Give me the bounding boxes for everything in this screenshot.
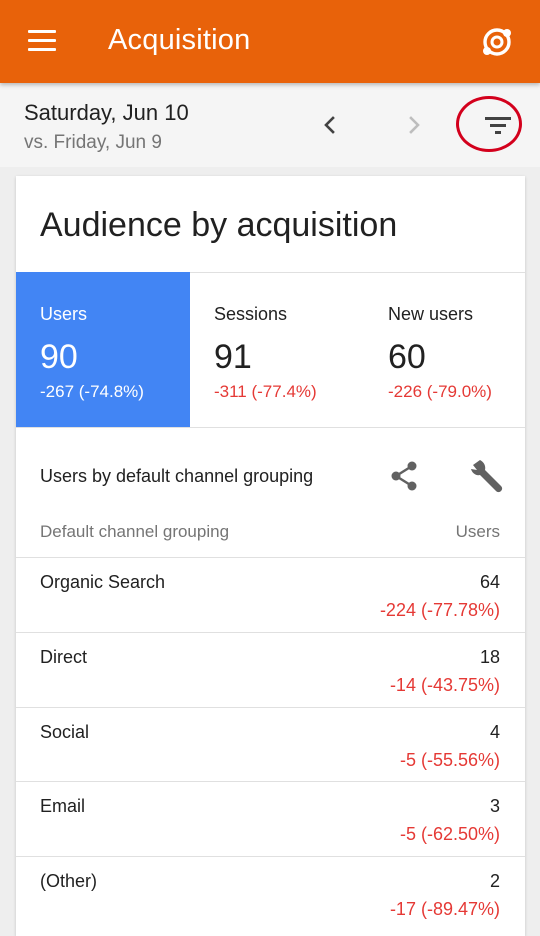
channel-users: 4 <box>489 722 500 742</box>
table-row[interactable]: Organic Search 64 -224 (-77.78%) <box>16 557 525 633</box>
channel-change: -17 (-89.47%) <box>389 899 500 919</box>
filter-icon[interactable] <box>478 109 518 141</box>
channel-users: 3 <box>489 796 500 816</box>
column-header-users: Users <box>455 522 500 541</box>
channel-change: -5 (-62.50%) <box>399 824 500 844</box>
channel-users: 18 <box>479 647 500 667</box>
divider <box>16 427 525 428</box>
metric-tab-users[interactable]: Users 90 -267 (-74.8%) <box>16 272 190 428</box>
channel-change: -5 (-55.56%) <box>399 750 500 770</box>
audience-card: Audience by acquisition Users 90 -267 (-… <box>16 176 525 936</box>
metric-change: -267 (-74.8%) <box>40 382 144 401</box>
channel-name: Direct <box>40 647 88 667</box>
metric-value: 91 <box>214 338 252 376</box>
app-bar: Acquisition <box>0 0 540 83</box>
metric-value: 60 <box>388 338 426 376</box>
table-row[interactable]: Direct 18 -14 (-43.75%) <box>16 632 525 708</box>
channel-name: Social <box>40 722 90 742</box>
card-title: Audience by acquisition <box>40 206 398 244</box>
channel-change: -14 (-43.75%) <box>389 675 500 695</box>
section-title: Users by default channel grouping <box>40 466 314 486</box>
comparison-date-label: vs. Friday, Jun 9 <box>24 132 162 153</box>
metric-change: -226 (-79.0%) <box>388 382 492 401</box>
metric-tab-sessions[interactable]: Sessions 91 -311 (-77.4%) <box>190 272 364 428</box>
metric-label: Users <box>40 304 88 324</box>
wrench-icon[interactable] <box>469 458 505 494</box>
table-row[interactable]: Email 3 -5 (-62.50%) <box>16 781 525 857</box>
page-title: Acquisition <box>108 24 251 56</box>
channel-change: -224 (-77.78%) <box>379 600 500 620</box>
table-row[interactable]: (Other) 2 -17 (-89.47%) <box>16 856 525 932</box>
metric-change: -311 (-77.4%) <box>214 382 317 401</box>
date-range-label[interactable]: Saturday, Jun 10 <box>24 100 189 126</box>
metric-tab-new-users[interactable]: New users 60 -226 (-79.0%) <box>364 272 538 428</box>
chevron-right-icon[interactable] <box>400 111 428 139</box>
hamburger-menu-icon[interactable] <box>28 30 58 52</box>
channel-name: Email <box>40 796 86 816</box>
channel-name: (Other) <box>40 871 98 891</box>
column-header-channel: Default channel grouping <box>40 522 230 541</box>
chevron-left-icon[interactable] <box>316 111 344 139</box>
channel-name: Organic Search <box>40 572 166 592</box>
date-range-bar: Saturday, Jun 10 vs. Friday, Jun 9 <box>0 83 540 167</box>
metric-label: New users <box>388 304 474 324</box>
table-row[interactable]: Social 4 -5 (-55.56%) <box>16 707 525 783</box>
metric-tabs: Users 90 -267 (-74.8%) Sessions 91 -311 … <box>16 272 525 428</box>
channel-users: 2 <box>489 871 500 891</box>
share-icon[interactable] <box>388 459 420 493</box>
channel-users: 64 <box>479 572 500 592</box>
metric-label: Sessions <box>214 304 288 324</box>
account-switch-icon[interactable] <box>480 25 514 59</box>
metric-value: 90 <box>40 338 78 376</box>
